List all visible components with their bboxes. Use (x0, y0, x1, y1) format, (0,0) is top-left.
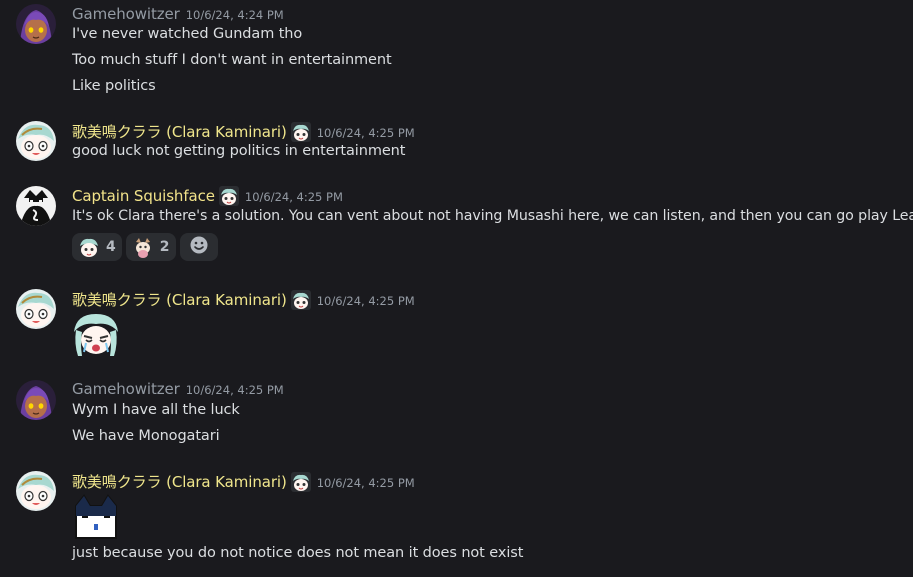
username[interactable]: Gamehowitzer (72, 380, 180, 398)
reaction-clara[interactable]: 4 (72, 233, 122, 261)
avatar-gamehowitzer[interactable] (16, 4, 56, 44)
reaction-count: 2 (159, 239, 170, 255)
cat-sticker[interactable] (72, 494, 120, 546)
avatar-clara[interactable] (16, 121, 56, 161)
avatar-clara[interactable] (16, 471, 56, 511)
reaction-dog[interactable]: 2 (125, 233, 176, 261)
username[interactable]: Captain Squishface (72, 187, 215, 205)
smiley-icon (189, 235, 209, 259)
username[interactable]: 歌美鳴クララ (Clara Kaminari) (72, 471, 287, 492)
message-line: good luck not getting politics in entert… (72, 143, 406, 159)
timestamp[interactable]: 10/6/24, 4:25 PM (317, 126, 415, 140)
message-line: We have Monogatari (72, 428, 220, 444)
role-icon[interactable] (290, 289, 311, 310)
avatar-clara[interactable] (16, 289, 56, 329)
role-icon[interactable] (290, 121, 311, 142)
message-header: 歌美鳴クララ (Clara Kaminari) 10/6/24, 4:25 PM (72, 471, 415, 492)
message-line: just because you do not notice does not … (72, 545, 524, 561)
avatar-gamehowitzer[interactable] (16, 380, 56, 420)
reaction-count: 4 (106, 239, 116, 255)
timestamp[interactable]: 10/6/24, 4:25 PM (245, 190, 343, 204)
timestamp[interactable]: 10/6/24, 4:25 PM (186, 383, 284, 397)
message-line: It's ok Clara there's a solution. You ca… (72, 208, 913, 224)
message-header: 歌美鳴クララ (Clara Kaminari) 10/6/24, 4:25 PM (72, 289, 415, 310)
dog-emoji-icon (132, 236, 154, 258)
message-line: I've never watched Gundam tho (72, 26, 303, 42)
username[interactable]: 歌美鳴クララ (Clara Kaminari) (72, 289, 287, 310)
timestamp[interactable]: 10/6/24, 4:24 PM (186, 8, 284, 22)
add-reaction-button[interactable] (179, 233, 218, 261)
clara-crying-sticker[interactable] (72, 310, 120, 362)
message-line: Like politics (72, 78, 156, 94)
timestamp[interactable]: 10/6/24, 4:25 PM (317, 476, 415, 490)
message-header: Captain Squishface 10/6/24, 4:25 PM (72, 186, 343, 206)
timestamp[interactable]: 10/6/24, 4:25 PM (317, 294, 415, 308)
role-icon[interactable] (218, 186, 239, 206)
role-icon[interactable] (290, 471, 311, 492)
message-header: Gamehowitzer 10/6/24, 4:25 PM (72, 380, 284, 398)
clara-emoji-icon (78, 236, 100, 258)
message-header: Gamehowitzer 10/6/24, 4:24 PM (72, 5, 284, 23)
username[interactable]: Gamehowitzer (72, 5, 180, 23)
reactions-bar: 4 2 (72, 233, 218, 261)
avatar-squishface[interactable] (16, 186, 56, 226)
username[interactable]: 歌美鳴クララ (Clara Kaminari) (72, 121, 287, 142)
message-line: Wym I have all the luck (72, 402, 240, 418)
message-line: Too much stuff I don't want in entertain… (72, 52, 392, 68)
message-header: 歌美鳴クララ (Clara Kaminari) 10/6/24, 4:25 PM (72, 121, 415, 142)
